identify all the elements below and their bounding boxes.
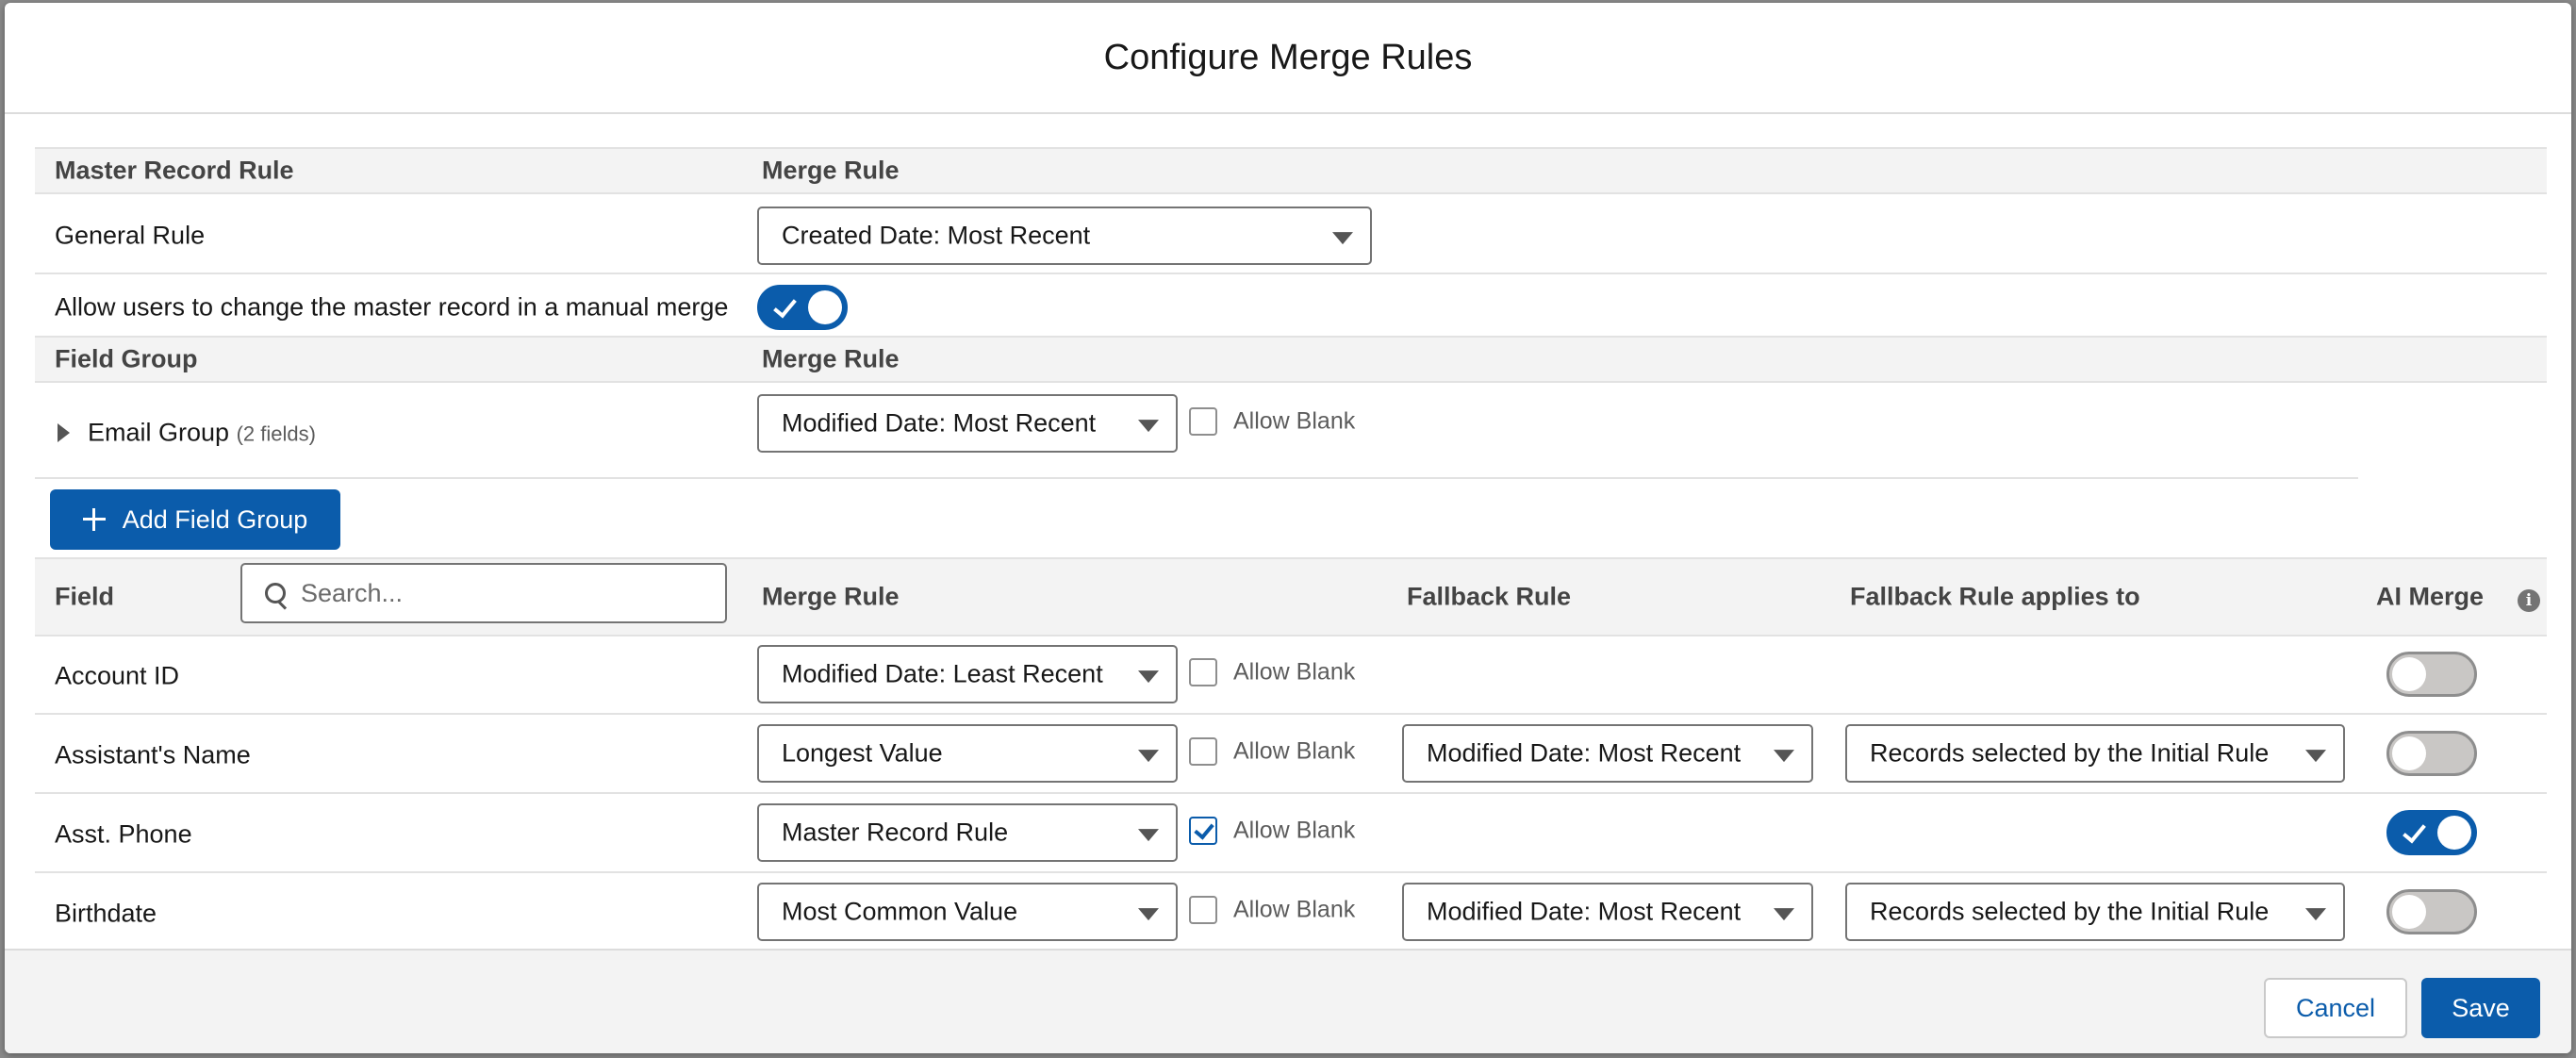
toggle-knob <box>2392 736 2426 770</box>
configure-merge-rules-modal: Configure Merge Rules Master Record Rule… <box>5 3 2571 1053</box>
fallback-applies-value: Records selected by the Initial Rule <box>1870 897 2270 926</box>
toggle-knob <box>808 290 842 324</box>
chevron-down-icon <box>1138 420 1159 433</box>
fallback-applies-select[interactable]: Records selected by the Initial Rule <box>1845 724 2345 783</box>
check-icon <box>1194 818 1214 840</box>
master-record-header: Master Record Rule Merge Rule <box>35 147 2547 194</box>
general-rule-select[interactable]: Created Date: Most Recent <box>757 207 1372 265</box>
chevron-down-icon <box>1138 908 1159 921</box>
field-group-name: Email Group (2 fields) <box>88 418 316 447</box>
allow-blank-label: Allow Blank <box>1233 737 1356 765</box>
search-input[interactable] <box>301 565 718 621</box>
field-group-merge-rule-heading: Merge Rule <box>762 344 900 373</box>
ai-merge-toggle[interactable] <box>2386 810 2477 855</box>
field-group-rule-value: Modified Date: Most Recent <box>782 408 1097 438</box>
allow-blank-label: Allow Blank <box>1233 658 1356 686</box>
merge-rule-select[interactable]: Most Common Value <box>757 883 1178 941</box>
toggle-knob <box>2392 895 2426 929</box>
chevron-down-icon <box>1138 750 1159 763</box>
allow-blank-checkbox[interactable] <box>1189 896 1217 924</box>
add-field-group-button[interactable]: Add Field Group <box>50 489 340 550</box>
field-group-header: Field Group Merge Rule <box>35 336 2547 383</box>
chevron-down-icon <box>1774 750 1794 763</box>
toggle-knob <box>2392 657 2426 691</box>
modal-title: Configure Merge Rules <box>1103 37 1473 77</box>
row-divider <box>35 792 2547 794</box>
field-search[interactable] <box>240 563 727 623</box>
chevron-down-icon <box>2305 750 2326 763</box>
toggle-knob <box>2437 816 2471 850</box>
ai-merge-toggle[interactable] <box>2386 889 2477 934</box>
allow-blank-label: Allow Blank <box>1233 817 1356 844</box>
allow-blank-checkbox[interactable] <box>1189 658 1217 686</box>
fallback-rule-heading: Fallback Rule <box>1407 582 1572 611</box>
allow-blank-checkbox[interactable] <box>1189 817 1217 845</box>
save-button[interactable]: Save <box>2421 978 2540 1038</box>
fallback-rule-select[interactable]: Modified Date: Most Recent <box>1402 724 1813 783</box>
merge-rule-heading: Merge Rule <box>762 156 900 185</box>
chevron-down-icon <box>1138 670 1159 684</box>
field-name: Assistant's Name <box>55 740 251 769</box>
allow-blank-label: Allow Blank <box>1233 407 1356 435</box>
merge-rule-value: Most Common Value <box>782 897 1018 926</box>
check-icon <box>773 293 797 319</box>
field-name: Birthdate <box>55 899 157 928</box>
general-rule-value: Created Date: Most Recent <box>782 221 1091 250</box>
ai-merge-toggle[interactable] <box>2386 731 2477 776</box>
check-icon <box>2403 818 2426 844</box>
modal-footer: Cancel Save <box>5 949 2571 1053</box>
info-icon[interactable]: i <box>2518 589 2540 612</box>
cancel-button[interactable]: Cancel <box>2264 978 2407 1038</box>
general-rule-label: General Rule <box>55 221 206 250</box>
chevron-right-icon[interactable] <box>58 423 70 442</box>
plus-icon <box>82 508 106 531</box>
allow-blank-label: Allow Blank <box>1233 896 1356 923</box>
fallback-applies-value: Records selected by the Initial Rule <box>1870 738 2270 768</box>
row-divider <box>35 713 2547 715</box>
row-divider <box>35 273 2547 274</box>
fallback-applies-heading: Fallback Rule applies to <box>1850 582 2140 611</box>
fallback-applies-select[interactable]: Records selected by the Initial Rule <box>1845 883 2345 941</box>
field-name: Asst. Phone <box>55 819 192 849</box>
field-heading: Field <box>55 582 115 611</box>
merge-rule-select[interactable]: Master Record Rule <box>757 803 1178 862</box>
field-group-allow-blank-checkbox[interactable] <box>1189 407 1217 436</box>
merge-rule-select[interactable]: Modified Date: Least Recent <box>757 645 1178 703</box>
merge-rule-value: Modified Date: Least Recent <box>782 659 1103 688</box>
fallback-rule-select[interactable]: Modified Date: Most Recent <box>1402 883 1813 941</box>
field-group-heading: Field Group <box>55 344 198 373</box>
chevron-down-icon <box>1332 232 1353 245</box>
master-record-rule-heading: Master Record Rule <box>55 156 294 185</box>
modal-header: Configure Merge Rules <box>5 3 2571 114</box>
allow-blank-checkbox[interactable] <box>1189 737 1217 766</box>
row-divider <box>35 477 2358 479</box>
ai-merge-heading: AI Merge <box>2376 582 2485 611</box>
field-group-count: (2 fields) <box>236 422 316 446</box>
row-divider <box>35 871 2547 873</box>
chevron-down-icon <box>1774 908 1794 921</box>
chevron-down-icon <box>1138 829 1159 842</box>
merge-rule-select[interactable]: Longest Value <box>757 724 1178 783</box>
fallback-rule-value: Modified Date: Most Recent <box>1427 738 1742 768</box>
field-name: Account ID <box>55 661 180 690</box>
modal-body: Master Record Rule Merge Rule General Ru… <box>5 114 2571 949</box>
allow-change-master-toggle[interactable] <box>757 285 848 330</box>
allow-change-master-label: Allow users to change the master record … <box>55 292 729 322</box>
chevron-down-icon <box>2305 908 2326 921</box>
fallback-rule-value: Modified Date: Most Recent <box>1427 897 1742 926</box>
field-group-rule-select[interactable]: Modified Date: Most Recent <box>757 394 1178 453</box>
ai-merge-toggle[interactable] <box>2386 652 2477 697</box>
search-icon <box>265 583 286 603</box>
merge-rule-value: Master Record Rule <box>782 818 1009 847</box>
fields-merge-rule-heading: Merge Rule <box>762 582 900 611</box>
merge-rule-value: Longest Value <box>782 738 943 768</box>
